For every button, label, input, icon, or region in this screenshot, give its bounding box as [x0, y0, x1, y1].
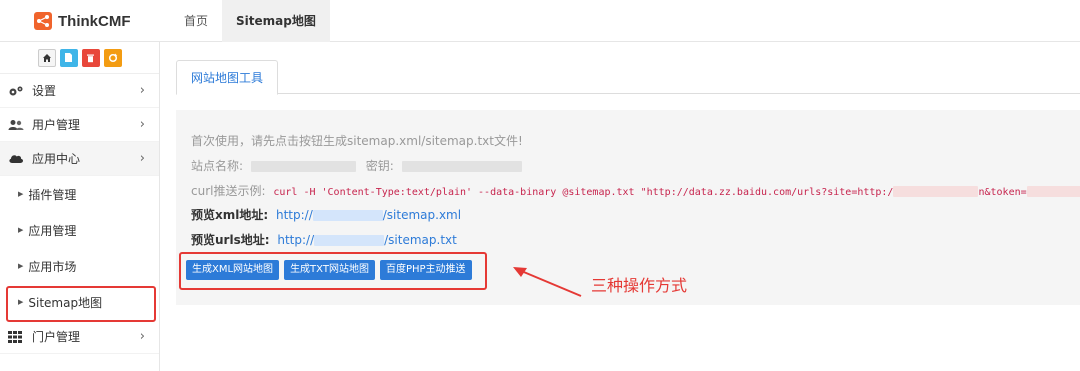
curl-row: curl推送示例: curl -H 'Content-Type:text/pla… [191, 182, 1080, 199]
generate-txt-button[interactable]: 生成TXT网站地图 [284, 260, 375, 280]
app-logo[interactable]: ThinkCMF [0, 0, 160, 42]
chevron-right-icon: › [139, 151, 145, 166]
sidebar-item-users[interactable]: 用户管理 › [0, 108, 159, 142]
caret-right-icon: ▶ [18, 226, 24, 234]
urls-preview-row: 预览urls地址: http:// /sitemap.txt [191, 231, 457, 248]
tab-home[interactable]: 首页 [170, 0, 222, 42]
sidebar-subitem-app-manage[interactable]: ▶ 应用管理 [0, 212, 159, 248]
chevron-right-icon: › [139, 83, 145, 98]
top-bar: ThinkCMF 首页 Sitemap地图 [0, 0, 1080, 42]
cloud-icon [8, 153, 26, 164]
redacted-domain [312, 210, 383, 221]
sidebar-item-label: 应用中心 [32, 152, 81, 166]
file-icon[interactable] [59, 48, 78, 67]
redacted-site-url [893, 186, 979, 197]
tab-sitemap-tool[interactable]: 网站地图工具 [176, 60, 279, 95]
sidebar-item-portal[interactable]: 门户管理 › [0, 320, 159, 354]
grid-icon [8, 330, 26, 343]
site-name-row: 站点名称: 密钥: [191, 157, 522, 174]
sidebar-subitem-label: 插件管理 [28, 187, 77, 202]
redacted-domain [314, 235, 385, 246]
home-icon[interactable] [37, 48, 56, 67]
trash-icon[interactable] [81, 48, 100, 67]
curl-code-mid: n&token= [978, 187, 1027, 198]
refresh-icon[interactable] [103, 48, 122, 67]
sidebar-subitem-label: 应用市场 [28, 259, 77, 274]
urls-preview-label: 预览urls地址: [191, 233, 270, 247]
baidu-push-button[interactable]: 百度PHP主动推送 [379, 260, 472, 280]
xml-url-suffix: /sitemap.xml [382, 208, 462, 222]
chevron-right-icon: › [139, 329, 145, 344]
action-buttons: 生成XML网站地图 生成TXT网站地图 百度PHP主动推送 [186, 260, 472, 280]
sitemap-panel: 首次使用，请先点击按钮生成sitemap.xml/sitemap.txt文件! … [176, 110, 1080, 305]
main-content: 网站地图工具 首次使用，请先点击按钮生成sitemap.xml/sitemap.… [160, 42, 1080, 371]
annotation-text: 三种操作方式 [591, 276, 688, 295]
curl-label: curl推送示例: [191, 184, 266, 198]
caret-right-icon: ▶ [18, 298, 24, 306]
sidebar-item-label: 设置 [32, 84, 57, 98]
sidebar-subitem-label: Sitemap地图 [28, 295, 103, 310]
sidebar-subitem-plugins[interactable]: ▶ 插件管理 [0, 176, 159, 212]
annotation-arrow-icon [513, 267, 582, 297]
share-nodes-icon [34, 12, 52, 30]
sidebar-item-label: 用户管理 [32, 118, 81, 132]
app-name: ThinkCMF [58, 12, 131, 30]
sidebar-item-settings[interactable]: 设置 › [0, 74, 159, 108]
xml-preview-label: 预览xml地址: [191, 208, 269, 222]
chevron-right-icon: › [139, 117, 145, 132]
redacted-token [1026, 186, 1080, 197]
sidebar-subitem-sitemap[interactable]: ▶ Sitemap地图 [0, 284, 159, 322]
site-name-label: 站点名称: [191, 159, 244, 173]
xml-preview-row: 预览xml地址: http:// /sitemap.xml [191, 206, 461, 223]
content-tabs: 网站地图工具 [176, 60, 1080, 95]
curl-code-prefix: curl -H 'Content-Type:text/plain' --data… [273, 187, 894, 198]
generate-xml-button[interactable]: 生成XML网站地图 [186, 260, 280, 280]
redacted-secret [401, 161, 522, 172]
urls-url-prefix: http:// [277, 233, 315, 247]
intro-text: 首次使用，请先点击按钮生成sitemap.xml/sitemap.txt文件! [191, 134, 523, 148]
urls-url-suffix: /sitemap.txt [384, 233, 457, 247]
gears-icon [8, 85, 26, 97]
caret-right-icon: ▶ [18, 190, 24, 198]
tab-sitemap[interactable]: Sitemap地图 [222, 0, 330, 42]
sidebar-item-app-center[interactable]: 应用中心 › [0, 142, 159, 176]
users-icon [8, 119, 26, 131]
xml-preview-link[interactable]: http:// /sitemap.xml [276, 208, 461, 222]
sidebar-subitem-label: 应用管理 [28, 223, 77, 238]
caret-right-icon: ▶ [18, 262, 24, 270]
sidebar-subitem-app-market[interactable]: ▶ 应用市场 [0, 248, 159, 284]
sidebar: 设置 › 用户管理 › 应用中心 › ▶ 插件管理 ▶ 应用管理 ▶ 应用市场 … [0, 42, 160, 371]
secret-label: 密钥: [365, 159, 394, 173]
top-nav: 首页 Sitemap地图 [170, 0, 330, 42]
urls-preview-link[interactable]: http:// /sitemap.txt [277, 233, 456, 247]
sidebar-item-label: 门户管理 [32, 330, 81, 344]
redacted-site-name [250, 161, 356, 172]
xml-url-prefix: http:// [276, 208, 313, 222]
quick-actions [0, 42, 159, 74]
